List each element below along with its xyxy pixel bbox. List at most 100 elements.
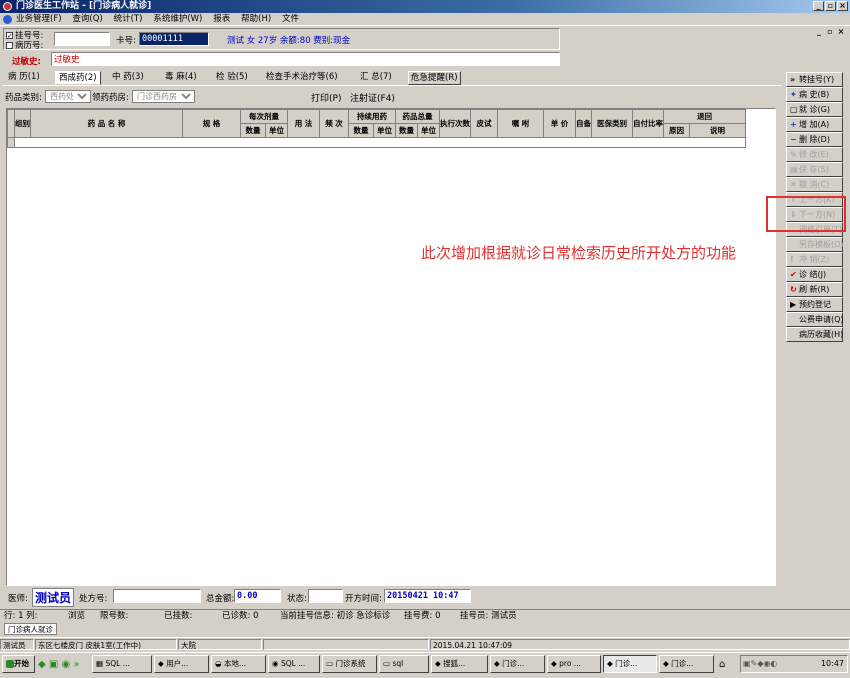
menu-system[interactable]: 系统维护(W) bbox=[153, 14, 202, 24]
status-user: 测试员 bbox=[0, 639, 34, 650]
menu-help[interactable]: 帮助(H) bbox=[241, 14, 271, 24]
status-datetime: 2015.04.21 10:47:09 bbox=[430, 639, 850, 650]
task-pro[interactable]: ◆ pro ... bbox=[547, 655, 601, 673]
pharmacy-select[interactable]: 门诊西药房 bbox=[132, 90, 195, 103]
col-frequency: 频 次 bbox=[319, 109, 349, 138]
task-sohu[interactable]: ◆ 搜狐... bbox=[431, 655, 488, 673]
close-button[interactable]: × bbox=[837, 1, 848, 11]
visit-button[interactable]: ▢就 诊(G) bbox=[786, 102, 843, 117]
tab-chinese-medicine[interactable]: 中 药(3) bbox=[109, 71, 147, 85]
minimize-button[interactable]: _ bbox=[813, 1, 824, 11]
menu-stats[interactable]: 统计(T) bbox=[114, 14, 143, 24]
maximize-button[interactable]: ▫ bbox=[825, 1, 836, 11]
appointment-label: 预约登记 bbox=[799, 300, 831, 309]
show-desktop-icon[interactable]: ⌂ bbox=[719, 659, 725, 670]
save-label: 保 存(S) bbox=[799, 165, 829, 174]
transfer-reg-button[interactable]: » 转挂号(Y) bbox=[786, 72, 843, 87]
critical-alert-button[interactable]: 危急提醒(R) bbox=[408, 71, 461, 85]
allergy-input[interactable] bbox=[51, 52, 560, 66]
task-clinic-1[interactable]: ◆ 门诊... bbox=[490, 655, 545, 673]
task-user[interactable]: ◆ 用户... bbox=[154, 655, 209, 673]
tab-western-medicine[interactable]: 西成药(2) bbox=[55, 71, 101, 85]
save-template-button[interactable]: 另存模板(O) bbox=[786, 237, 844, 252]
delete-label: 删 除(D) bbox=[799, 135, 830, 144]
menu-bar: 业务管理(F) 查询(Q) 统计(T) 系统维护(W) 报表 帮助(H) 文件 … bbox=[0, 13, 850, 36]
mdi-close-button[interactable]: × bbox=[836, 27, 846, 37]
patient-info: 测试 女 27岁 余额:80 费别:现金 bbox=[227, 36, 351, 46]
tab-summary[interactable]: 汇 总(7) bbox=[357, 71, 395, 85]
reg-no-input[interactable] bbox=[54, 32, 110, 46]
task-sql-2[interactable]: ◉ SQL ... bbox=[268, 655, 320, 673]
mdi-minimize-button[interactable]: _ bbox=[814, 27, 824, 37]
tab-exam-surgery[interactable]: 检查手术治疗等(6) bbox=[263, 71, 341, 85]
total-label: 总金额: bbox=[206, 594, 235, 604]
drug-type-select[interactable]: 西药处方 bbox=[45, 90, 91, 103]
task-clinic-system[interactable]: ▭ 门诊系统 bbox=[322, 655, 377, 673]
task-sql-1[interactable]: ▦ SQL ... bbox=[92, 655, 152, 673]
refresh-button[interactable]: ↻ 刷 新(R) bbox=[786, 282, 843, 297]
rx-time[interactable] bbox=[384, 589, 471, 603]
mdi-tab-patient-visit[interactable]: 门诊病人就诊 bbox=[4, 623, 57, 635]
favorite-records-button[interactable]: 病历收藏(H) bbox=[786, 327, 843, 342]
record-no-option[interactable]: 病历号: bbox=[6, 39, 43, 51]
finish-visit-icon: ✔ bbox=[790, 270, 797, 279]
tab-narcotics[interactable]: 毒 麻(4) bbox=[162, 71, 200, 85]
col-insurance: 医保类别 bbox=[591, 109, 633, 138]
row-indicator bbox=[7, 109, 15, 138]
col-total-unit: 单位 bbox=[417, 123, 440, 138]
task-sql-folder[interactable]: ▭ sql bbox=[379, 655, 429, 673]
task-local[interactable]: ◒ 本地... bbox=[211, 655, 266, 673]
reverse-button[interactable]: ! 冲 销(Z) bbox=[786, 252, 843, 267]
cancel-button[interactable]: ✕ 取 消(C) bbox=[786, 177, 843, 192]
delete-button[interactable]: − 删 除(D) bbox=[786, 132, 843, 147]
add-button[interactable]: + 增 加(A) bbox=[786, 117, 843, 132]
history-button[interactable]: ✦ 病 史(B) bbox=[786, 87, 843, 102]
menu-query[interactable]: 查询(Q) bbox=[72, 14, 102, 24]
card-label: 卡号: bbox=[116, 36, 136, 46]
highlight-box bbox=[766, 196, 846, 232]
menu-business[interactable]: 业务管理(F) bbox=[16, 14, 62, 24]
public-fee-button[interactable]: 公费申请(Q) bbox=[786, 312, 844, 327]
status-input[interactable] bbox=[308, 589, 343, 603]
quicklaunch-icon[interactable]: ◆ ▣ ◉ » bbox=[38, 659, 80, 670]
card-no-input[interactable] bbox=[139, 32, 209, 46]
pharmacy-label: 领药药房: bbox=[92, 93, 129, 103]
col-continuous: 持续用药 bbox=[348, 109, 396, 124]
rx-no-input[interactable] bbox=[113, 589, 201, 603]
grid-empty-row[interactable] bbox=[14, 137, 746, 148]
print-button[interactable]: 打印(P) bbox=[311, 91, 341, 104]
add-label: 增 加(A) bbox=[799, 120, 830, 129]
rx-time-label: 开方时间: bbox=[345, 594, 382, 604]
task-clinic-3[interactable]: ◆ 门诊... bbox=[659, 655, 714, 673]
appointment-button[interactable]: ▶ 预约登记 bbox=[786, 297, 843, 312]
col-group: 组别 bbox=[14, 109, 31, 138]
menu-file[interactable]: 文件 bbox=[282, 14, 299, 24]
menu-report[interactable]: 报表 bbox=[213, 14, 230, 24]
total-amount[interactable] bbox=[234, 589, 281, 603]
visit-label: 就 诊(G) bbox=[799, 105, 830, 114]
task-clinic-2[interactable]: ◆ 门诊... bbox=[603, 655, 657, 673]
col-spec: 规 格 bbox=[182, 109, 241, 138]
col-self-supplied: 自备 bbox=[575, 109, 592, 138]
doctor-name: 测试员 bbox=[32, 588, 75, 607]
mdi-restore-button[interactable]: ▫ bbox=[825, 27, 835, 37]
patient-panel: ✓挂号号: 病历号: 卡号: 测试 女 27岁 余额:80 费别:现金 bbox=[3, 28, 560, 51]
drug-type-label: 药品类别: bbox=[5, 93, 42, 103]
injection-certificate-button[interactable]: 注射证(F4) bbox=[350, 91, 395, 104]
allergy-label: 过敏史: bbox=[12, 57, 41, 67]
prescription-grid[interactable]: 组别 药 品 名 称 规 格 每次剂量 用 法 频 次 持续用药 药品总量 执行… bbox=[6, 108, 776, 586]
tab-lab[interactable]: 检 验(5) bbox=[213, 71, 251, 85]
status-rowcol: 行: 1 列: bbox=[4, 611, 38, 621]
doctor-label: 医师: bbox=[8, 594, 28, 604]
status-line-2: 门诊病人就诊 bbox=[0, 622, 850, 635]
status-mode: 浏览 bbox=[68, 611, 86, 621]
favorite-records-label: 病历收藏(H) bbox=[799, 330, 844, 339]
start-button[interactable]: 开始 bbox=[2, 655, 35, 673]
status-registrar: 挂号员: 测试员 bbox=[460, 611, 517, 621]
edit-button[interactable]: ✎ 修 改(E) bbox=[786, 147, 843, 162]
save-button[interactable]: ▤保 存(S) bbox=[786, 162, 843, 177]
tray-icons[interactable]: ▣✎◆◉◐ bbox=[741, 656, 777, 672]
tab-medical-record[interactable]: 病 历(1) bbox=[5, 71, 43, 85]
finish-visit-button[interactable]: ✔ 诊 结(J) bbox=[786, 267, 843, 282]
status-campus: 大院 bbox=[178, 639, 262, 650]
